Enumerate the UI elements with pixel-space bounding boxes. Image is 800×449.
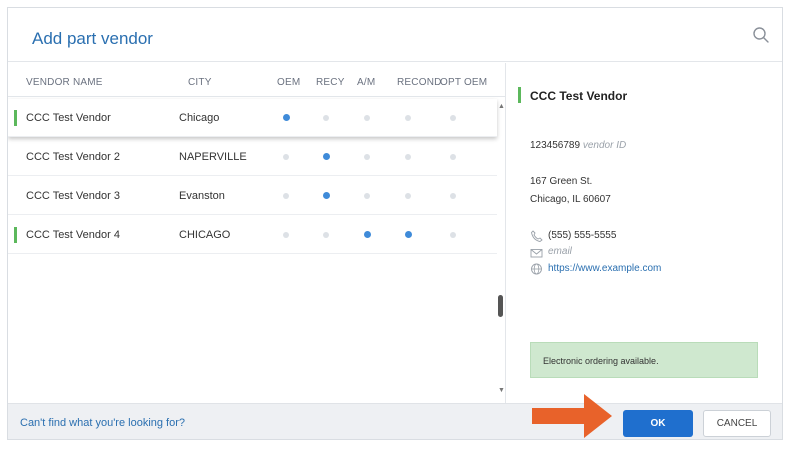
notice-text: Electronic ordering available. xyxy=(543,356,659,366)
vendor-detail-panel: CCC Test Vendor 123456789 vendor ID 167 … xyxy=(506,63,782,403)
am-indicator xyxy=(364,154,370,160)
dialog-header: Add part vendor xyxy=(8,8,782,62)
column-header-recy[interactable]: RECY xyxy=(316,77,345,88)
vendor-id-value: 123456789 xyxy=(530,140,581,151)
column-header-city[interactable]: CITY xyxy=(188,77,212,88)
email-value[interactable]: email xyxy=(548,246,572,257)
vendor-status-bar xyxy=(518,87,521,103)
oem-indicator xyxy=(283,193,289,199)
vendor-status-bar xyxy=(14,227,17,243)
phone-number: (555) 555-5555 xyxy=(548,230,617,241)
email-icon xyxy=(530,246,543,258)
vendor-status-bar xyxy=(14,110,17,126)
recy-indicator xyxy=(322,153,330,160)
am-indicator xyxy=(364,115,370,121)
oem-indicator xyxy=(282,114,290,121)
am-indicator xyxy=(364,193,370,199)
address-line-2: Chicago, IL 60607 xyxy=(530,194,611,205)
globe-icon xyxy=(530,262,543,275)
column-header-am[interactable]: A/M xyxy=(357,77,375,88)
recy-indicator xyxy=(322,192,330,199)
scroll-down-icon[interactable]: ▼ xyxy=(498,387,505,394)
oem-indicator xyxy=(283,232,289,238)
recond-indicator xyxy=(404,231,412,238)
recond-indicator xyxy=(405,115,411,121)
opt-oem-indicator xyxy=(450,193,456,199)
table-row[interactable]: CCC Test Vendor 2 NAPERVILLE xyxy=(8,138,497,176)
table-row[interactable]: CCC Test Vendor 4 CHICAGO xyxy=(8,216,497,254)
ok-button[interactable]: OK xyxy=(623,410,693,437)
add-part-vendor-dialog: Add part vendor VENDOR NAME CITY OEM REC… xyxy=(7,7,783,440)
recy-indicator xyxy=(323,115,329,121)
opt-oem-indicator xyxy=(450,154,456,160)
opt-oem-indicator xyxy=(450,115,456,121)
vendor-id-label: vendor ID xyxy=(582,140,627,151)
scroll-thumb[interactable] xyxy=(498,295,503,317)
vendor-list-panel: VENDOR NAME CITY OEM RECY A/M RECOND OPT… xyxy=(8,63,505,403)
column-header-vendor-name[interactable]: VENDOR NAME xyxy=(26,77,103,88)
arrow-icon xyxy=(532,394,612,438)
city-cell: NAPERVILLE xyxy=(179,151,247,163)
phone-icon xyxy=(530,229,543,242)
vendor-name-cell: CCC Test Vendor 4 xyxy=(26,229,120,241)
search-icon[interactable] xyxy=(750,24,772,46)
recond-indicator xyxy=(405,193,411,199)
dialog-title: Add part vendor xyxy=(32,29,153,48)
cant-find-link[interactable]: Can't find what you're looking for? xyxy=(20,417,185,429)
vendor-name-cell: CCC Test Vendor xyxy=(26,112,111,124)
electronic-ordering-notice: Electronic ordering available. xyxy=(530,342,758,378)
column-header-oem[interactable]: OEM xyxy=(277,77,300,88)
vendor-list-scrollbar[interactable]: ▲ ▼ xyxy=(497,99,505,399)
address-line-1: 167 Green St. xyxy=(530,176,593,187)
detail-vendor-name: CCC Test Vendor xyxy=(530,89,628,103)
vendor-name-cell: CCC Test Vendor 3 xyxy=(26,190,120,202)
column-header-opt-oem[interactable]: OPT OEM xyxy=(440,77,487,88)
table-row[interactable]: CCC Test Vendor Chicago xyxy=(8,99,497,137)
oem-indicator xyxy=(283,154,289,160)
column-header-recond[interactable]: RECOND xyxy=(397,77,442,88)
table-row[interactable]: CCC Test Vendor 3 Evanston xyxy=(8,177,497,215)
city-cell: Evanston xyxy=(179,190,225,202)
city-cell: Chicago xyxy=(179,112,220,124)
vendor-id-line: 123456789 vendor ID xyxy=(530,140,626,151)
dialog-footer: Can't find what you're looking for? OK C… xyxy=(8,403,782,439)
city-cell: CHICAGO xyxy=(179,229,231,241)
recond-indicator xyxy=(405,154,411,160)
vendor-table-header: VENDOR NAME CITY OEM RECY A/M RECOND OPT… xyxy=(8,63,505,97)
scroll-up-icon[interactable]: ▲ xyxy=(498,103,505,110)
recy-indicator xyxy=(323,232,329,238)
website-link[interactable]: https://www.example.com xyxy=(548,263,661,274)
am-indicator xyxy=(363,231,371,238)
cancel-button[interactable]: CANCEL xyxy=(703,410,771,437)
vendor-name-cell: CCC Test Vendor 2 xyxy=(26,151,120,163)
opt-oem-indicator xyxy=(450,232,456,238)
